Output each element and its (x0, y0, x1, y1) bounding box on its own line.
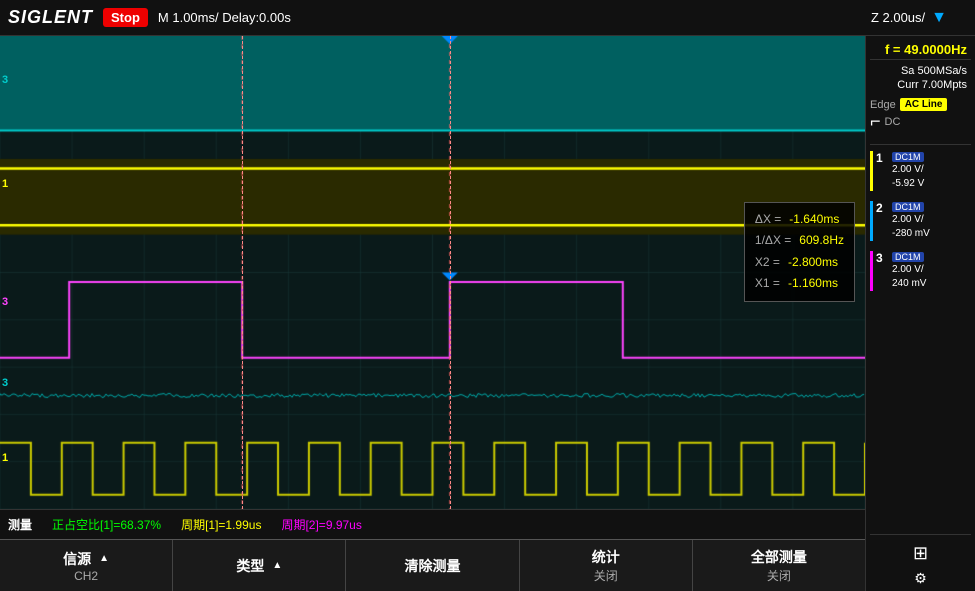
status-item-1: 正占空比[1]=68.37% (52, 516, 161, 533)
popup-row-inv: 1/ΔX = 609.8Hz (755, 230, 844, 252)
time-info: M 1.00ms/ Delay:0.00s (158, 10, 871, 25)
delta-x-label: ΔX = (755, 209, 781, 231)
top-bar: SIGLENT Stop M 1.00ms/ Delay:0.00s Z 2.0… (0, 0, 975, 36)
btn-source[interactable]: 信源 ▲ CH2 (0, 540, 173, 591)
trigger-slope-icon: ⌐ (870, 111, 881, 132)
ch2-num: 2 (876, 201, 892, 215)
main-content: 3 1 3 3 1 ΔX = -1.640ms 1/ΔX = 609.8Hz (0, 36, 975, 591)
ch3-volt-div: 2.00 V/ (892, 263, 927, 277)
btn-stats[interactable]: 统计 关闭 (520, 540, 693, 591)
ch1-offset: -5.92 V (892, 177, 927, 191)
btn-source-label: 信源 (63, 549, 91, 569)
measure-icon[interactable]: ⚙ (914, 570, 927, 587)
inv-dx-label: 1/ΔX = (755, 230, 791, 252)
delta-x-value: -1.640ms (789, 209, 839, 231)
popup-row-x2: X2 = -2.800ms (755, 252, 844, 274)
waveform-grid: 3 1 3 3 1 ΔX = -1.640ms 1/ΔX = 609.8Hz (0, 36, 865, 509)
osc-area: 3 1 3 3 1 ΔX = -1.640ms 1/ΔX = 609.8Hz (0, 36, 865, 591)
right-panel: f = 49.0000Hz Sa 500MSa/s Curr 7.00Mpts … (865, 36, 975, 591)
ch1-badge: DC1M (892, 152, 924, 162)
ch3-offset: 240 mV (892, 277, 927, 291)
z-info: Z 2.00us/ ▼ (871, 9, 947, 27)
btn-stats-sub: 关闭 (594, 567, 618, 584)
btn-stats-label: 统计 (592, 547, 620, 567)
settings-icon[interactable]: ⊞ (913, 543, 928, 564)
btn-all-measure-label: 全部测量 (751, 547, 807, 567)
edge-dc-row: ⌐ DC (870, 111, 971, 132)
edge-label: Edge (870, 99, 896, 111)
oscilloscope-screen: SIGLENT Stop M 1.00ms/ Delay:0.00s Z 2.0… (0, 0, 975, 591)
btn-type-arrow: ▲ (272, 560, 282, 571)
ch3-badge: DC1M (892, 252, 924, 262)
btn-clear-label: 清除测量 (405, 556, 461, 576)
x1-label: X1 = (755, 273, 780, 295)
ch3-num: 3 (876, 251, 892, 265)
ch3-label-top: 3 (2, 74, 8, 86)
ch2-label: 3 (2, 296, 8, 308)
ch2-info: 2 DC1M 2.00 V/ -280 mV (870, 201, 971, 241)
channel-info: 1 DC1M 2.00 V/ -5.92 V 2 DC1M (870, 144, 971, 301)
inv-dx-value: 609.8Hz (799, 230, 844, 252)
popup-row-x1: X1 = -1.160ms (755, 273, 844, 295)
ch2-vals: 2.00 V/ -280 mV (892, 213, 930, 241)
ch1-info: 1 DC1M 2.00 V/ -5.92 V (870, 151, 971, 191)
bottom-status-bar: 测量 正占空比[1]=68.37% 周期[1]=1.99us 周期[2]=9.9… (0, 509, 865, 539)
btn-source-arrow: ▲ (99, 553, 109, 564)
ch1-label: 1 (2, 178, 8, 190)
ch1-num: 1 (876, 151, 892, 165)
status-item-2: 周期[1]=1.99us (181, 516, 261, 533)
ch1-volt-div: 2.00 V/ (892, 163, 927, 177)
ch2-volt-div: 2.00 V/ (892, 213, 930, 227)
dc-label: DC (885, 116, 901, 128)
ch3-info: 3 DC1M 2.00 V/ 240 mV (870, 251, 971, 291)
btn-all-measure-sub: 关闭 (767, 567, 791, 584)
ch2-badge: DC1M (892, 202, 924, 212)
edge-row: Edge AC Line (870, 98, 971, 111)
x2-value: -2.800ms (788, 252, 838, 274)
measurement-popup: ΔX = -1.640ms 1/ΔX = 609.8Hz X2 = -2.800… (744, 202, 855, 302)
btn-type[interactable]: 类型 ▲ (173, 540, 346, 591)
ch3-label-bottom: 3 (2, 377, 8, 389)
waveform-canvas (0, 36, 865, 509)
trigger-position-marker: ▼ (931, 9, 947, 27)
ch1-label-bottom: 1 (2, 452, 8, 464)
x1-value: -1.160ms (788, 273, 838, 295)
btn-type-label: 类型 (236, 556, 264, 576)
freq-display: f = 49.0000Hz (870, 40, 971, 60)
bottom-buttons: 信源 ▲ CH2 类型 ▲ 清除测量 统计 关闭 (0, 539, 865, 591)
ac-line-btn[interactable]: AC Line (900, 98, 948, 111)
edge-panel: Edge AC Line ⌐ DC (870, 98, 971, 132)
sa-display: Sa 500MSa/s (870, 64, 971, 78)
x2-label: X2 = (755, 252, 780, 274)
status-item-3: 周期[2]=9.97us (281, 516, 361, 533)
popup-row-dx: ΔX = -1.640ms (755, 209, 844, 231)
measurement-label: 测量 (8, 516, 32, 533)
siglent-logo: SIGLENT (8, 7, 93, 28)
curr-display: Curr 7.00Mpts (870, 78, 971, 92)
btn-all-measure[interactable]: 全部测量 关闭 (693, 540, 865, 591)
stop-badge[interactable]: Stop (103, 8, 148, 27)
ch1-vals: 2.00 V/ -5.92 V (892, 163, 927, 191)
ch3-vals: 2.00 V/ 240 mV (892, 263, 927, 291)
btn-source-sub: CH2 (74, 569, 98, 583)
ch2-offset: -280 mV (892, 227, 930, 241)
btn-clear[interactable]: 清除测量 (346, 540, 519, 591)
